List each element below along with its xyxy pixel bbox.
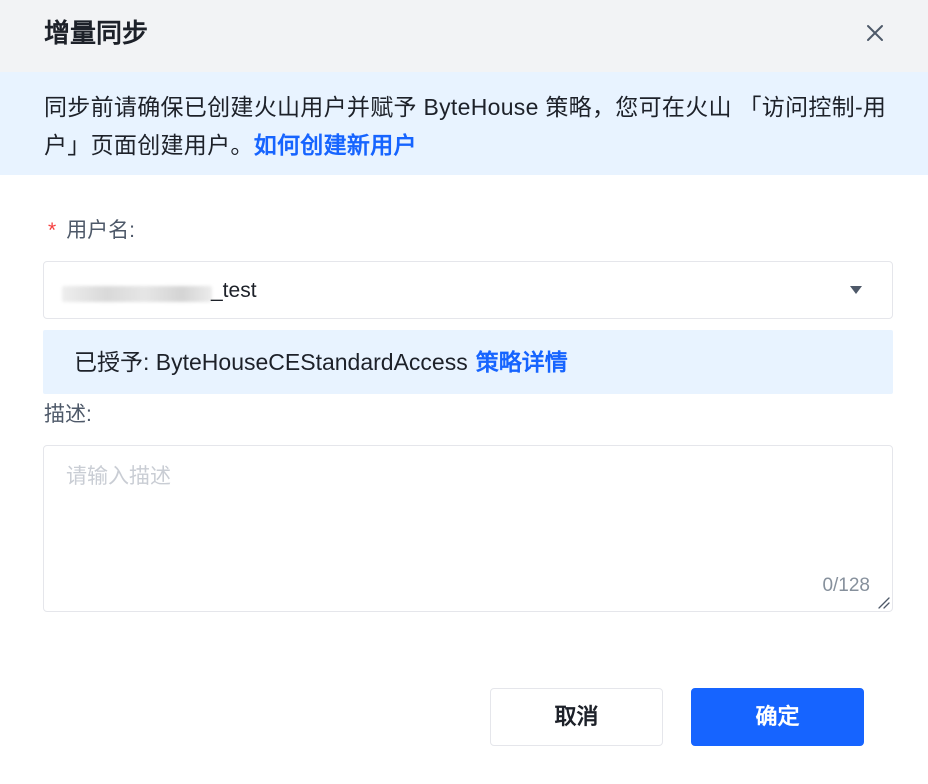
- character-counter: 0/128: [822, 575, 870, 596]
- incremental-sync-dialog: 增量同步 同步前请确保已创建火山用户并赋予 ByteHouse 策略，您可在火山…: [0, 0, 928, 784]
- required-mark: *: [48, 219, 57, 242]
- resize-handle-icon[interactable]: [876, 595, 890, 609]
- close-icon: [867, 25, 883, 41]
- username-select[interactable]: _test: [43, 261, 893, 319]
- chevron-down-icon: [850, 286, 862, 294]
- policy-details-link[interactable]: 策略详情: [476, 349, 568, 375]
- username-label-text: 用户名:: [66, 219, 136, 242]
- create-user-link[interactable]: 如何创建新用户: [254, 132, 417, 158]
- username-label: * 用户名:: [48, 217, 135, 245]
- dialog-header: 增量同步: [0, 0, 928, 72]
- cancel-button[interactable]: 取消: [490, 688, 663, 746]
- info-notice: 同步前请确保已创建火山用户并赋予 ByteHouse 策略，您可在火山 「访问控…: [0, 72, 928, 175]
- granted-policy-banner: 已授予: ByteHouseCEStandardAccess 策略详情: [43, 330, 893, 394]
- description-label: 描述:: [44, 403, 92, 426]
- close-button[interactable]: [860, 18, 890, 48]
- granted-policy-text: 已授予: ByteHouseCEStandardAccess: [74, 349, 468, 375]
- confirm-button[interactable]: 确定: [691, 688, 864, 746]
- description-textarea[interactable]: [44, 446, 892, 611]
- username-value: _test: [211, 279, 257, 302]
- redacted-username: [62, 286, 212, 302]
- notice-text: 同步前请确保已创建火山用户并赋予 ByteHouse 策略，您可在火山 「访问控…: [44, 94, 887, 158]
- description-field-wrapper: 0/128: [43, 445, 893, 612]
- dialog-title: 增量同步: [44, 18, 149, 48]
